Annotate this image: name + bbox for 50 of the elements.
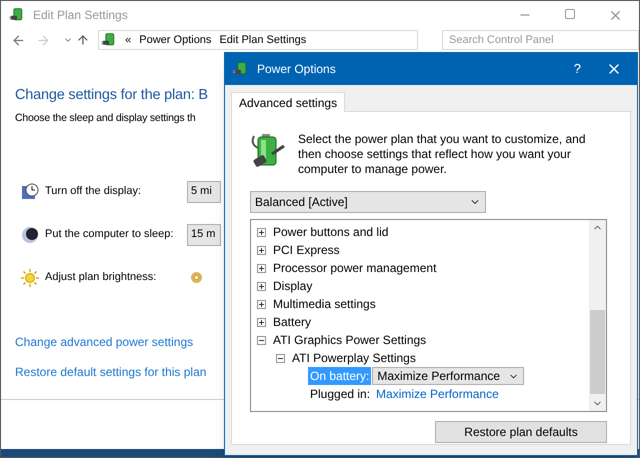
tree-item[interactable]: Multimedia settings xyxy=(273,295,376,313)
breadcrumb-item[interactable]: Edit Plan Settings xyxy=(219,32,306,48)
settings-link[interactable]: Restore default settings for this plan xyxy=(15,362,206,380)
expand-icon[interactable] xyxy=(257,246,266,254)
clock-icon xyxy=(21,182,39,200)
power-icon xyxy=(233,61,249,77)
collapse-icon[interactable] xyxy=(257,336,266,344)
moon-icon xyxy=(21,226,39,244)
expand-icon[interactable] xyxy=(257,282,266,290)
setting-label: Turn off the display: xyxy=(45,184,142,200)
back-icon[interactable] xyxy=(11,32,26,48)
tree-item[interactable]: PCI Express xyxy=(273,241,340,259)
expand-icon[interactable] xyxy=(257,264,266,272)
tree-item[interactable]: ATI Graphics Power Settings xyxy=(273,331,426,349)
tree-item[interactable]: Power buttons and lid xyxy=(273,223,388,241)
description-text: Select the power plan that you want to customize, and then choose settings that reflect how you want your computer to manage power. xyxy=(298,132,587,177)
restore-button[interactable]: Restore plan defaults xyxy=(435,421,607,443)
breadcrumb-item[interactable]: Power Options xyxy=(139,32,212,48)
setting-label: On battery: xyxy=(308,367,372,385)
tree-item[interactable]: Battery xyxy=(273,313,312,331)
setting-label: Adjust plan brightness: xyxy=(45,270,158,286)
page-subtitle: Choose the sleep and display settings th xyxy=(15,110,196,126)
up-icon[interactable] xyxy=(76,33,90,47)
tree-item[interactable]: Processor power management xyxy=(273,259,436,277)
address-bar[interactable]: « Power Options Edit Plan Settings xyxy=(98,30,418,50)
setting-label: Put the computer to sleep: xyxy=(45,227,174,242)
slider-thumb[interactable] xyxy=(191,272,202,283)
expand-icon[interactable] xyxy=(257,300,266,308)
dialog-title: Power Options xyxy=(257,61,336,78)
window-title: Edit Plan Settings xyxy=(33,7,128,24)
tree-item[interactable]: ATI Powerplay Settings xyxy=(292,349,416,367)
value-link[interactable]: Maximize Performance xyxy=(376,385,499,403)
maximize-icon[interactable] xyxy=(564,8,576,20)
power-icon xyxy=(9,7,25,23)
expand-icon[interactable] xyxy=(257,228,266,236)
tree-item[interactable]: Display xyxy=(273,277,312,295)
value-dropdown[interactable]: Maximize Performance xyxy=(372,367,524,385)
setting-label: Plugged in: xyxy=(309,386,372,403)
collapse-icon[interactable] xyxy=(276,354,285,362)
tab[interactable]: Advanced settings xyxy=(231,92,346,112)
expand-icon[interactable] xyxy=(257,318,266,326)
time-dropdown[interactable]: 5 mi xyxy=(187,180,221,202)
time-dropdown[interactable]: 15 m xyxy=(187,224,221,246)
plan-dropdown[interactable]: Balanced [Active] xyxy=(250,191,486,213)
help-button[interactable]: ? xyxy=(564,59,591,79)
sun-icon xyxy=(21,268,39,286)
breadcrumb-item[interactable]: « xyxy=(125,32,132,48)
scrollbar[interactable] xyxy=(589,220,606,411)
settings-link[interactable]: Change advanced power settings xyxy=(15,332,206,350)
page-heading: Change settings for the plan: B xyxy=(15,86,208,105)
